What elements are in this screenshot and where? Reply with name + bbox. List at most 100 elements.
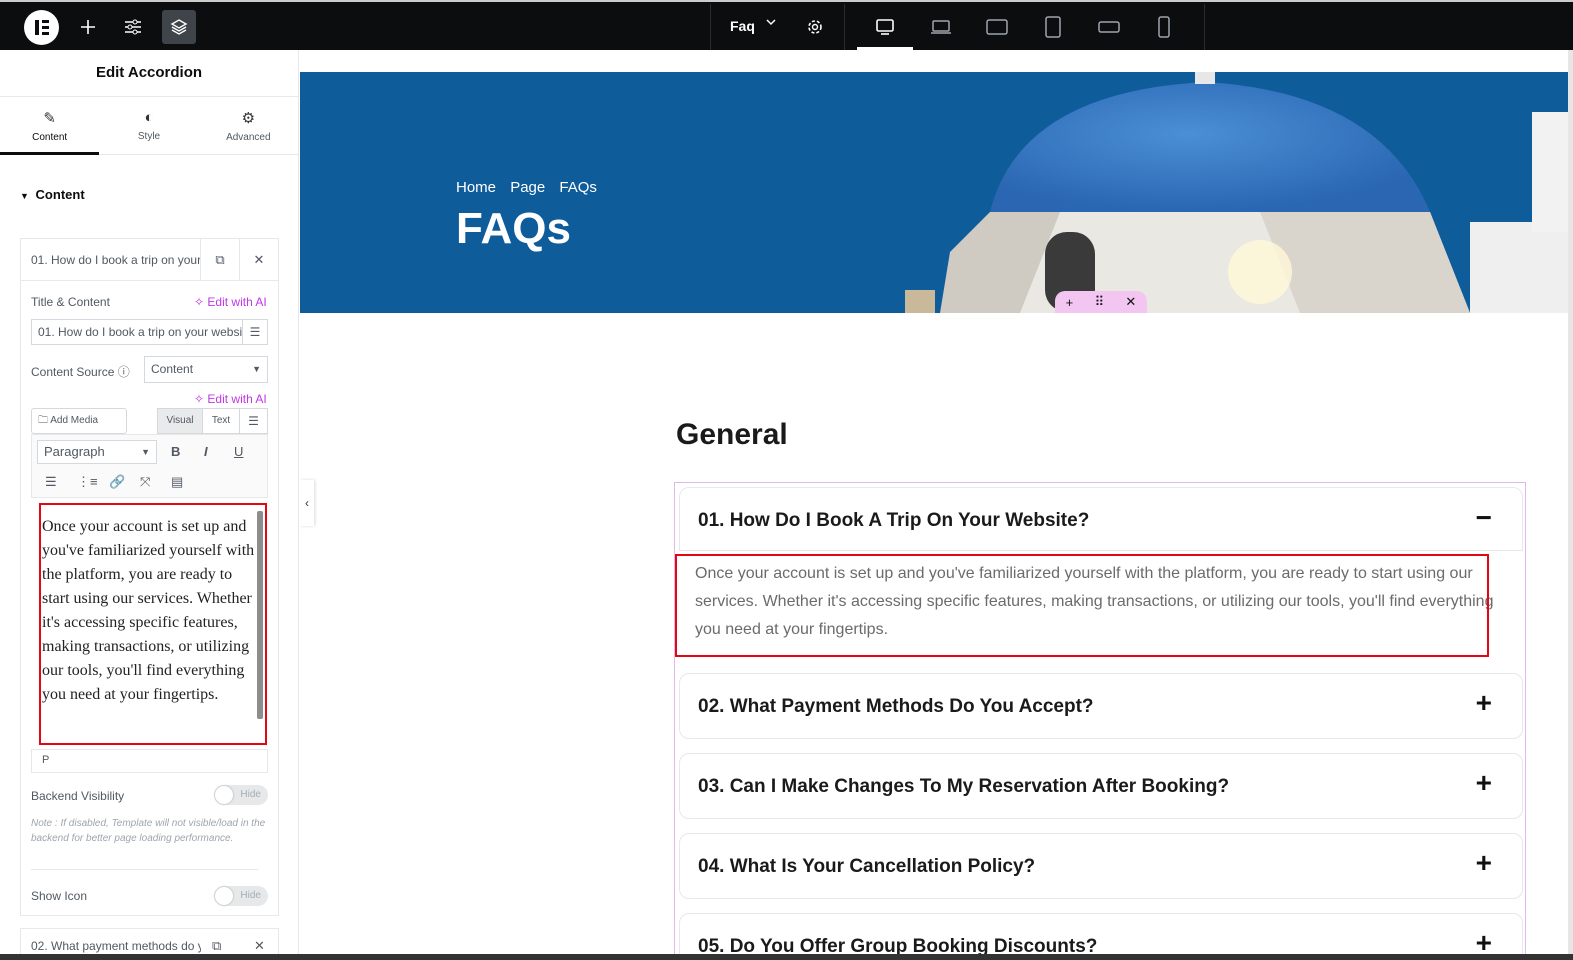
close-icon[interactable]: ✕: [254, 938, 265, 954]
minus-icon[interactable]: −: [1476, 502, 1492, 534]
breadcrumb-current: FAQs: [559, 179, 597, 196]
repeater-item-title[interactable]: 01. How do I book a trip on your website…: [21, 253, 200, 267]
add-element-icon[interactable]: [71, 10, 105, 44]
format-value: Paragraph: [44, 444, 105, 459]
title-content-label: Title & Content: [31, 295, 110, 309]
hero-banner: Home Page FAQs FAQs: [300, 72, 1568, 313]
close-icon[interactable]: ✕: [239, 238, 278, 281]
page-scrollbar[interactable]: [1568, 50, 1573, 960]
content-section-toggle[interactable]: ▼ Content: [20, 187, 85, 202]
duplicate-icon[interactable]: ⧉: [200, 238, 239, 281]
collapse-panel-icon[interactable]: ‹: [300, 480, 314, 526]
breadcrumb-page[interactable]: Page: [510, 179, 545, 196]
editor-highlight-box: [39, 503, 267, 745]
accordion-title[interactable]: 02. What Payment Methods Do You Accept?: [698, 696, 1094, 718]
repeater-item-2-title: 02. What payment methods do you accept?: [31, 939, 201, 953]
tab-style-label: Style: [137, 131, 161, 142]
link-icon[interactable]: 🔗: [109, 474, 125, 490]
structure-layers-icon[interactable]: [162, 10, 196, 44]
edit-with-ai-link-2[interactable]: ✧ Edit with AI: [194, 392, 267, 406]
repeater-item-1[interactable]: 01. How do I book a trip on your website…: [21, 238, 278, 281]
repeater-list: 01. How do I book a trip on your website…: [20, 238, 279, 916]
content-source-value: Content: [151, 362, 194, 376]
accordion-item-4[interactable]: 04. What Is Your Cancellation Policy? +: [679, 833, 1523, 899]
visual-tab[interactable]: Visual: [157, 408, 203, 434]
fullscreen-icon[interactable]: ⤧: [140, 474, 150, 490]
plus-icon[interactable]: +: [1476, 687, 1492, 719]
page-title: FAQs: [456, 204, 571, 253]
duplicate-icon[interactable]: ⧉: [212, 938, 221, 954]
laptop-device-icon[interactable]: [929, 14, 953, 40]
underline-icon[interactable]: U: [234, 444, 243, 459]
backend-note: Note : If disabled, Template will not vi…: [31, 818, 266, 844]
bold-icon[interactable]: B: [171, 444, 180, 459]
page-settings-gear-icon[interactable]: [798, 10, 832, 44]
drag-handle-icon[interactable]: ⠿: [1095, 294, 1105, 310]
plus-icon[interactable]: +: [1476, 767, 1492, 799]
tab-advanced[interactable]: ⚙ Advanced: [199, 97, 298, 154]
bottom-bar: [0, 954, 1573, 960]
text-tab[interactable]: Text: [202, 408, 240, 434]
edit-with-ai-link[interactable]: ✧ Edit with AI: [194, 295, 267, 309]
tab-content[interactable]: ✎ Content: [0, 97, 100, 155]
caret-down-icon: ▼: [20, 191, 29, 201]
accordion-title[interactable]: 01. How Do I Book A Trip On Your Website…: [698, 510, 1089, 532]
mobile-portrait-icon[interactable]: [1152, 14, 1176, 40]
accordion-title[interactable]: 04. What Is Your Cancellation Policy?: [698, 856, 1035, 878]
mobile-landscape-icon[interactable]: [1097, 14, 1121, 40]
tablet-landscape-icon[interactable]: [985, 14, 1009, 40]
editor-statusbar: P: [31, 749, 268, 773]
path-indicator: P: [42, 754, 50, 766]
panel-tabs: ✎ Content ◐ Style ⚙ Advanced: [0, 97, 298, 155]
pencil-icon: ✎: [43, 110, 56, 127]
toggle-label: Hide: [240, 789, 261, 800]
half-circle-icon: ◐: [144, 109, 154, 126]
accordion-title[interactable]: 03. Can I Make Changes To My Reservation…: [698, 776, 1229, 798]
toolbar-toggle-icon[interactable]: ▤: [171, 474, 183, 490]
content-source-select[interactable]: Content ▼: [144, 356, 268, 383]
plus-icon[interactable]: +: [1476, 847, 1492, 879]
tab-content-label: Content: [32, 132, 68, 143]
help-icon[interactable]: ⓘ: [118, 365, 130, 379]
add-media-button[interactable]: 🗀 Add Media: [31, 408, 127, 434]
answer-highlight-box: [675, 554, 1489, 657]
breadcrumb-home[interactable]: Home: [456, 179, 496, 196]
dynamic-tags-icon-2[interactable]: ☰: [239, 408, 268, 434]
bullet-list-icon[interactable]: ☰: [45, 474, 57, 490]
editor-topbar: Faq: [0, 0, 1573, 50]
desktop-device-icon[interactable]: [857, 14, 913, 50]
content-source-text: Content Source: [31, 365, 115, 379]
accordion-item-3[interactable]: 03. Can I Make Changes To My Reservation…: [679, 753, 1523, 819]
delete-section-icon[interactable]: ✕: [1125, 294, 1136, 310]
site-settings-icon[interactable]: [116, 10, 150, 44]
show-icon-label: Show Icon: [31, 889, 88, 903]
toggle-label-2: Hide: [240, 890, 261, 901]
section-controls: + ⠿ ✕: [1055, 291, 1147, 313]
page-name[interactable]: Faq: [730, 18, 755, 34]
accordion-item-1[interactable]: 01. How Do I Book A Trip On Your Website…: [679, 487, 1523, 551]
caret-down-icon: ▼: [141, 447, 150, 457]
section-heading: General: [676, 418, 788, 451]
edit-ai-label: Edit with AI: [207, 295, 267, 309]
backend-visibility-toggle[interactable]: Hide: [214, 785, 268, 805]
gear-icon: ⚙: [241, 110, 256, 127]
tab-style[interactable]: ◐ Style: [99, 97, 198, 154]
show-icon-toggle[interactable]: Hide: [214, 886, 268, 906]
dynamic-tags-icon[interactable]: ☰: [242, 319, 268, 345]
tablet-portrait-icon[interactable]: [1041, 14, 1065, 40]
add-media-label: Add Media: [50, 415, 99, 426]
section-title: Content: [35, 187, 85, 202]
add-section-icon[interactable]: +: [1066, 295, 1074, 310]
accordion-item-2[interactable]: 02. What Payment Methods Do You Accept? …: [679, 673, 1523, 739]
format-select[interactable]: Paragraph ▼: [37, 440, 157, 464]
title-input[interactable]: 01. How do I book a trip on your website…: [31, 319, 243, 345]
caret-down-icon: ▼: [252, 364, 261, 374]
media-icon: 🗀: [38, 415, 48, 426]
edit-ai-label-2: Edit with AI: [207, 392, 267, 406]
italic-icon[interactable]: I: [204, 444, 208, 459]
numbered-list-icon[interactable]: ⋮≡: [77, 474, 98, 490]
chevron-down-icon[interactable]: [765, 16, 777, 28]
elementor-logo-icon[interactable]: [24, 10, 59, 45]
accordion-item-5[interactable]: 05. Do You Offer Group Booking Discounts…: [679, 913, 1523, 960]
editor-scrollbar[interactable]: [257, 511, 263, 719]
